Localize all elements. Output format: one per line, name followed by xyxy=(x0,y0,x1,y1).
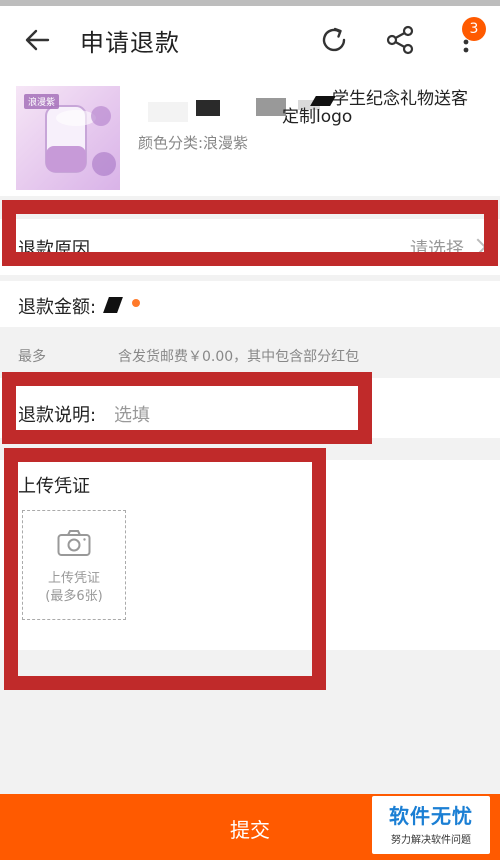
watermark-logo: 软件无忧 努力解决软件问题 xyxy=(372,796,490,854)
thumbnail-tag: 浪漫紫 xyxy=(24,94,60,109)
annotation-highlight-explain xyxy=(2,372,372,444)
watermark-slogan: 努力解决软件问题 xyxy=(391,835,471,846)
watermark-brand: 软件无忧 xyxy=(389,804,473,828)
refund-amount-row: 退款金额: xyxy=(0,281,500,327)
redaction-mark xyxy=(132,299,140,307)
product-card[interactable]: 浪漫紫 学生纪念礼物送客 定制logo 颜色分类:浪漫紫 xyxy=(0,74,500,196)
refresh-icon[interactable] xyxy=(318,24,350,56)
share-icon[interactable] xyxy=(384,24,416,56)
back-arrow-icon[interactable] xyxy=(22,24,54,56)
annotation-highlight-upload xyxy=(4,448,326,690)
product-thumbnail[interactable]: 浪漫紫 xyxy=(16,86,120,190)
max-detail: 含发货邮费￥0.00，其中包含部分红包 xyxy=(118,349,360,365)
refund-amount-label: 退款金额: xyxy=(18,297,97,318)
notification-badge: 3 xyxy=(462,17,486,41)
product-sku: 颜色分类:浪漫紫 xyxy=(138,134,249,152)
page-title: 申请退款 xyxy=(80,29,180,57)
max-refund-note: 最多 含发货邮费￥0.00，其中包含部分红包 xyxy=(0,334,500,374)
max-label: 最多 xyxy=(18,349,46,365)
product-title-line1: 学生纪念礼物送客 xyxy=(332,89,468,109)
redaction-mark xyxy=(148,102,188,122)
redaction-mark xyxy=(196,100,220,116)
footer-bar: 提交 软件无忧 努力解决软件问题 xyxy=(0,794,500,860)
product-title: 学生纪念礼物送客 定制logo xyxy=(138,84,488,127)
app-header: 申请退款 3 xyxy=(0,6,500,74)
redaction-mark xyxy=(103,297,123,313)
annotation-highlight-reason xyxy=(2,200,498,266)
